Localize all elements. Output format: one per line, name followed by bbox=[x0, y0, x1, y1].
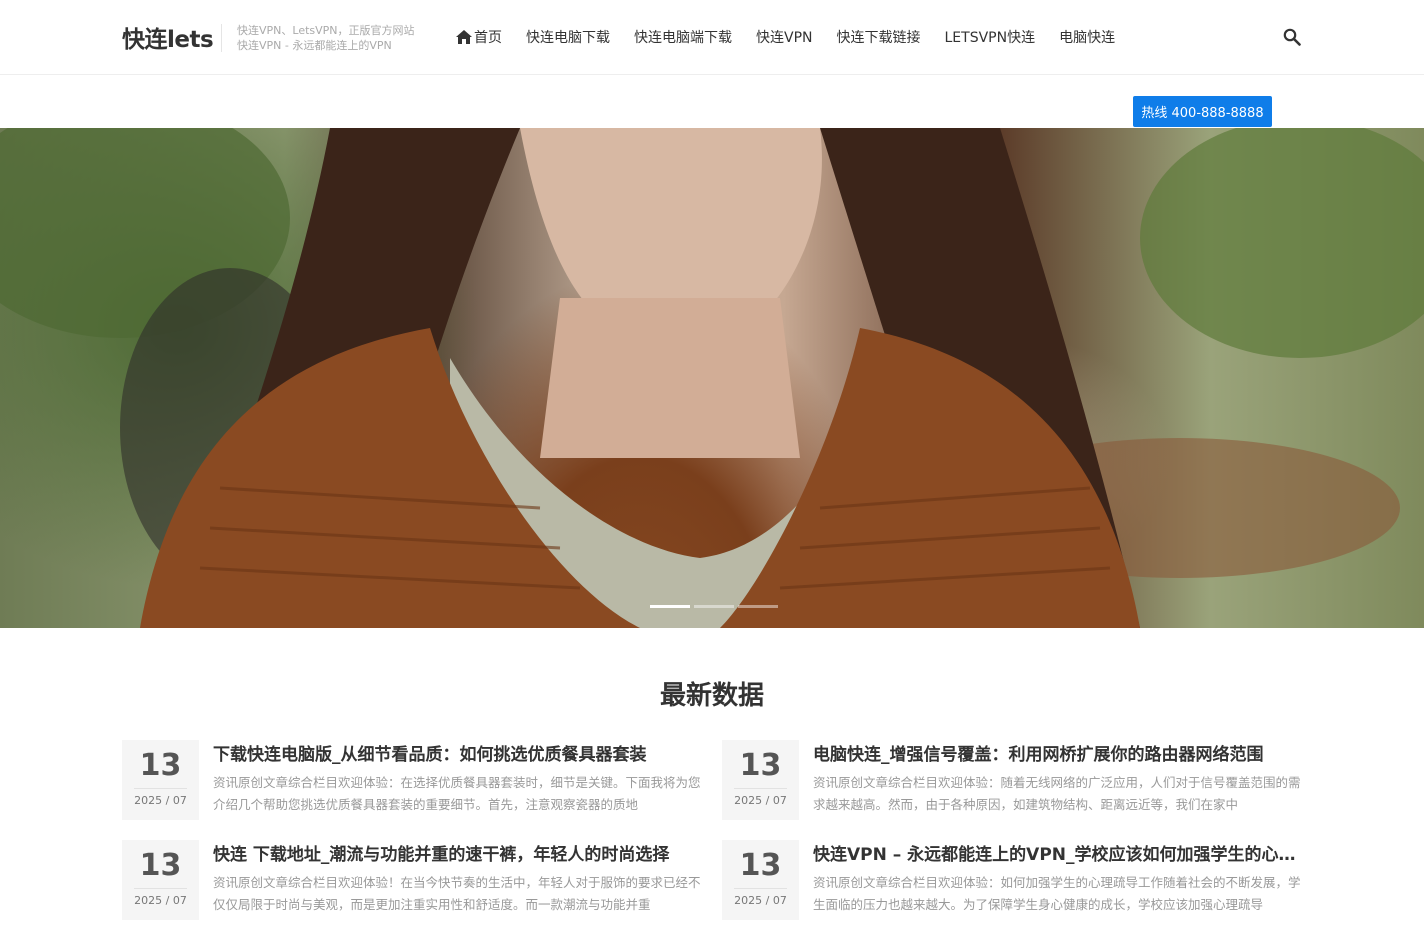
logo-divider bbox=[221, 24, 222, 52]
post-date-day: 13 bbox=[139, 848, 182, 883]
date-divider bbox=[134, 788, 187, 789]
nav-item-label: 快连电脑端下载 bbox=[634, 30, 732, 46]
post-date-box: 13 2025 / 07 bbox=[722, 740, 799, 820]
post-title-link[interactable]: 电脑快连_增强信号覆盖：利用网桥扩展你的路由器网络范围 bbox=[813, 740, 1302, 765]
post-date-year-month: 2025 / 07 bbox=[134, 894, 187, 907]
nav-item-letsvpn[interactable]: LETSVPN快连 bbox=[945, 27, 1036, 47]
nav-item-label: 快连电脑下载 bbox=[526, 30, 610, 46]
carousel-dot-2[interactable] bbox=[694, 605, 734, 608]
post-date-box: 13 2025 / 07 bbox=[722, 840, 799, 920]
post-item: 13 2025 / 07 电脑快连_增强信号覆盖：利用网桥扩展你的路由器网络范围… bbox=[722, 740, 1302, 820]
post-title-link[interactable]: 下载快连电脑版_从细节看品质：如何挑选优质餐具器套装 bbox=[213, 740, 702, 765]
nav-item-pc-kuailian[interactable]: 电脑快连 bbox=[1059, 27, 1115, 47]
main-nav: 首页 快连电脑下载 快连电脑端下载 快连VPN 快连下载链接 LETSVPN快连… bbox=[456, 27, 1139, 47]
post-item: 13 2025 / 07 快连 下载地址_潮流与功能并重的速干裤，年轻人的时尚选… bbox=[122, 840, 702, 920]
nav-item-download-link[interactable]: 快连下载链接 bbox=[837, 27, 921, 47]
home-icon bbox=[456, 30, 472, 44]
post-excerpt: 资讯原创文章综合栏目欢迎体验！在当今快节奏的生活中，年轻人对于服饰的要求已经不仅… bbox=[213, 875, 701, 912]
nav-item-label: 首页 bbox=[474, 30, 502, 46]
post-date-box: 13 2025 / 07 bbox=[122, 740, 199, 820]
post-excerpt: 资讯原创文章综合栏目欢迎体验：如何加强学生的心理疏导工作随着社会的不断发展，学生… bbox=[813, 875, 1301, 912]
post-date-year-month: 2025 / 07 bbox=[134, 794, 187, 807]
section-title: 最新数据 bbox=[659, 681, 764, 711]
post-title-link[interactable]: 快连 下载地址_潮流与功能并重的速干裤，年轻人的时尚选择 bbox=[213, 840, 702, 865]
tagline-line-2: 快连VPN - 永远都能连上的VPN bbox=[237, 39, 392, 52]
carousel-dot-1[interactable] bbox=[650, 605, 690, 608]
post-date-day: 13 bbox=[739, 848, 782, 883]
site-logo[interactable]: 快连lets bbox=[122, 20, 214, 54]
post-item: 13 2025 / 07 快连VPN – 永远都能连上的VPN_学校应该如何加强… bbox=[722, 840, 1302, 920]
post-date-year-month: 2025 / 07 bbox=[734, 894, 787, 907]
nav-item-home[interactable]: 首页 bbox=[456, 27, 502, 47]
post-title-link[interactable]: 快连VPN – 永远都能连上的VPN_学校应该如何加强学生的心理健康 bbox=[813, 840, 1302, 865]
site-header: 快连lets 快连VPN、LetsVPN，正版官方网站 快连VPN - 永远都能… bbox=[0, 0, 1424, 75]
search-icon[interactable] bbox=[1283, 28, 1301, 46]
nav-item-pc-client-download[interactable]: 快连电脑端下载 bbox=[634, 27, 732, 47]
nav-item-label: 快连下载链接 bbox=[836, 30, 921, 46]
hotline-button[interactable]: 热线 400-888-8888 bbox=[1133, 96, 1272, 127]
nav-item-label: 快连VPN bbox=[756, 30, 813, 46]
site-tagline: 快连VPN、LetsVPN，正版官方网站 快连VPN - 永远都能连上的VPN bbox=[237, 23, 437, 53]
date-divider bbox=[134, 888, 187, 889]
hero-banner[interactable] bbox=[0, 128, 1424, 628]
post-date-day: 13 bbox=[739, 748, 782, 783]
banner-photo bbox=[0, 128, 1424, 628]
carousel-dot-3[interactable] bbox=[738, 605, 778, 608]
date-divider bbox=[734, 788, 787, 789]
nav-item-label: LETSVPN快连 bbox=[944, 30, 1036, 46]
post-date-year-month: 2025 / 07 bbox=[734, 794, 787, 807]
post-date-day: 13 bbox=[139, 748, 182, 783]
tagline-line-1: 快连VPN、LetsVPN，正版官方网站 bbox=[237, 24, 415, 37]
nav-item-label: 电脑快连 bbox=[1059, 30, 1116, 46]
carousel-indicators bbox=[650, 605, 782, 608]
nav-item-vpn[interactable]: 快连VPN bbox=[756, 27, 813, 47]
post-item: 13 2025 / 07 下载快连电脑版_从细节看品质：如何挑选优质餐具器套装 … bbox=[122, 740, 702, 820]
date-divider bbox=[734, 888, 787, 889]
post-excerpt: 资讯原创文章综合栏目欢迎体验：随着无线网络的广泛应用，人们对于信号覆盖范围的需求… bbox=[813, 775, 1301, 812]
nav-item-pc-download[interactable]: 快连电脑下载 bbox=[526, 27, 610, 47]
post-excerpt: 资讯原创文章综合栏目欢迎体验：在选择优质餐具器套装时，细节是关键。下面我将为您介… bbox=[213, 775, 701, 812]
post-date-box: 13 2025 / 07 bbox=[122, 840, 199, 920]
